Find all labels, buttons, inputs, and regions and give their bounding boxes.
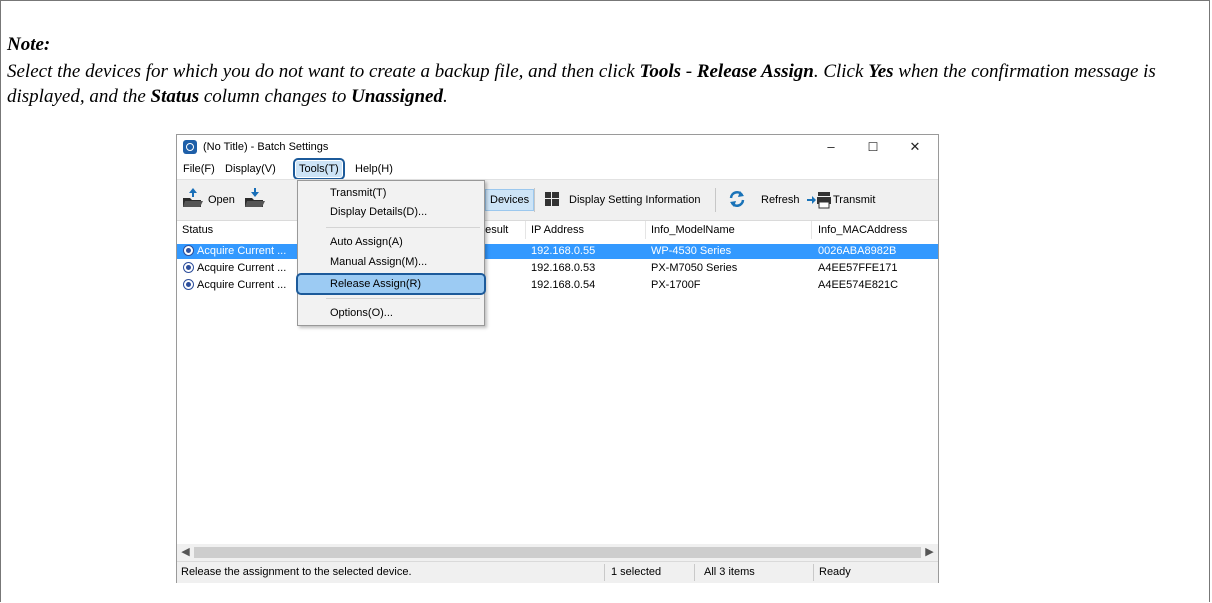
column-header-model-name[interactable]: Info_ModelName [651,221,735,239]
ip-address-cell: 192.168.0.53 [531,262,596,274]
mac-address-cell: A4EE57FFE171 [818,262,898,274]
menu-bar: File(F) Display(V) Tools(T) Help(H) [177,158,938,180]
menu-separator [326,227,480,228]
open-folder-icon[interactable] [182,187,204,209]
toolbar-separator [534,188,535,212]
menu-tools[interactable]: Tools(T) [293,158,345,180]
menu-help[interactable]: Help(H) [352,161,396,177]
toolbar-separator [715,188,716,212]
column-divider[interactable] [645,221,646,239]
menu-item-display-details[interactable]: Display Details(D)... [298,203,484,221]
menu-item-auto-assign[interactable]: Auto Assign(A) [298,233,484,251]
status-cell: Acquire Current ... [197,279,287,291]
table-row[interactable]: Acquire Current ... 192.168.0.53 PX-M705… [177,261,938,276]
status-radio-icon [183,262,194,273]
app-icon [183,140,197,154]
status-cell: Acquire Current ... [197,262,287,274]
note-text-part: . Click [813,61,869,82]
menu-item-options[interactable]: Options(O)... [298,304,484,322]
selected-count: 1 selected [611,566,662,578]
status-separator [813,564,814,581]
display-setting-information-button[interactable]: Display Setting Information [569,190,700,210]
title-bar[interactable]: (No Title) - Batch Settings – ☐ ✕ [177,135,938,159]
column-divider[interactable] [811,221,812,239]
scroll-right-icon[interactable]: ▶ [921,544,938,561]
model-name-cell: WP-4530 Series [651,245,732,257]
note-unassigned-term: Unassigned [351,86,443,107]
items-count: All 3 items [704,566,755,578]
note-release-assign-term: Release Assign [696,61,814,82]
note-text: Select the devices for which you do not … [7,59,1203,109]
column-header-mac-address[interactable]: Info_MACAddress [818,221,907,239]
tools-dropdown-menu: Transmit(T) Display Details(D)... Auto A… [296,180,486,326]
mac-address-cell: A4EE574E821C [818,279,899,291]
refresh-icon[interactable] [727,189,747,209]
transmit-icon[interactable] [807,190,831,210]
batch-settings-window: (No Title) - Batch Settings – ☐ ✕ File(F… [176,134,939,583]
toolbar: Open Devices Display Setting Information… [177,179,938,221]
menu-item-manual-assign[interactable]: Manual Assign(M)... [298,253,484,271]
note-text-part: column changes to [199,86,352,107]
note-status-term: Status [150,86,200,107]
maximize-button[interactable]: ☐ [857,136,889,158]
scrollbar-thumb[interactable] [194,547,921,558]
column-divider[interactable] [525,221,526,239]
grid-icon [545,192,559,206]
scroll-left-icon[interactable]: ◀ [177,544,194,561]
transmit-button[interactable]: Transmit [833,190,875,210]
status-separator [604,564,605,581]
ip-address-cell: 192.168.0.55 [531,245,596,257]
note-text-part: . [442,86,448,107]
note-tools-term: Tools [639,61,681,82]
save-folder-icon[interactable] [244,187,266,209]
menu-file[interactable]: File(F) [180,161,218,177]
ip-address-cell: 192.168.0.54 [531,279,596,291]
status-cell: Acquire Current ... [197,245,287,257]
minimize-button[interactable]: – [815,136,847,158]
status-radio-icon [183,279,194,290]
table-row[interactable]: Acquire Current ... 192.168.0.54 PX-1700… [177,278,938,293]
menu-item-release-assign[interactable]: Release Assign(R) [296,273,486,295]
model-name-cell: PX-1700F [651,279,701,291]
status-bar: Release the assignment to the selected d… [177,561,938,583]
column-header-ip-address[interactable]: IP Address [531,221,584,239]
menu-display[interactable]: Display(V) [222,161,279,177]
menu-separator [326,298,480,299]
window-title: (No Title) - Batch Settings [203,141,329,153]
refresh-button[interactable]: Refresh [761,190,800,210]
horizontal-scrollbar[interactable]: ◀ ▶ [177,544,938,561]
close-button[interactable]: ✕ [899,136,931,158]
note-text-part: - [681,61,697,82]
status-separator [694,564,695,581]
open-button[interactable]: Open [208,190,235,210]
note-text-part: Select the devices for which you do not … [7,61,640,82]
status-radio-icon [183,245,194,256]
ready-status: Ready [819,566,851,578]
table-row[interactable]: Acquire Current ... 192.168.0.55 WP-4530… [177,244,938,259]
model-name-cell: PX-M7050 Series [651,262,738,274]
column-header-status[interactable]: Status [182,221,213,239]
note-title: Note: [7,34,51,55]
menu-item-transmit[interactable]: Transmit(T) [298,184,484,202]
devices-button[interactable]: Devices [485,189,535,211]
mac-address-cell: 0026ABA8982B [818,245,897,257]
note-yes-term: Yes [868,61,894,82]
status-message: Release the assignment to the selected d… [181,566,412,578]
